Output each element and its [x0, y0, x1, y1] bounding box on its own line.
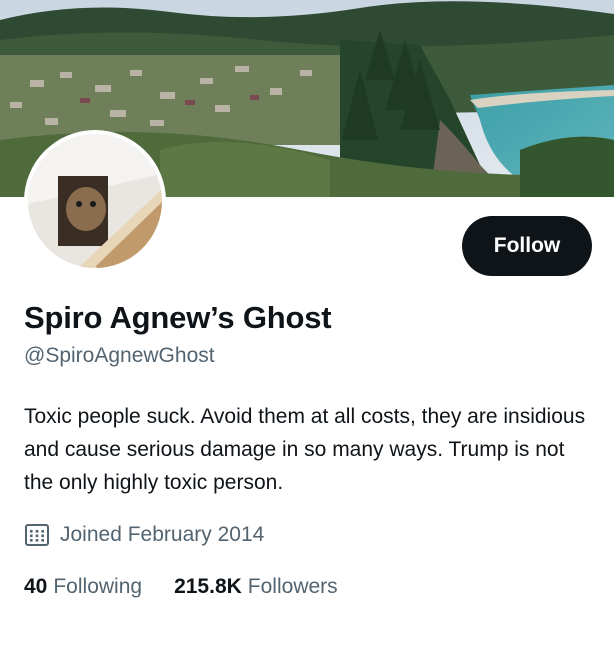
follow-button[interactable]: Follow [462, 216, 592, 276]
followers-count: 215.8K [174, 575, 242, 598]
profile-stats: 40 Following 215.8K Followers [24, 570, 370, 604]
following-label: Following [53, 575, 143, 598]
avatar-image [28, 134, 162, 268]
profile-avatar[interactable] [24, 130, 166, 272]
joined-date-row: Joined February 2014 [24, 518, 264, 552]
followers-label: Followers [247, 575, 338, 598]
display-name: Spiro Agnew’s Ghost [24, 300, 332, 335]
following-link[interactable]: 40 Following [24, 570, 142, 604]
calendar-icon [25, 524, 49, 546]
following-count: 40 [24, 575, 48, 598]
user-handle: @SpiroAgnewGhost [24, 344, 215, 367]
profile-bio: Toxic people suck. Avoid them at all cos… [24, 405, 586, 494]
joined-date: Joined February 2014 [60, 523, 265, 546]
followers-link[interactable]: 215.8K Followers [174, 570, 338, 604]
